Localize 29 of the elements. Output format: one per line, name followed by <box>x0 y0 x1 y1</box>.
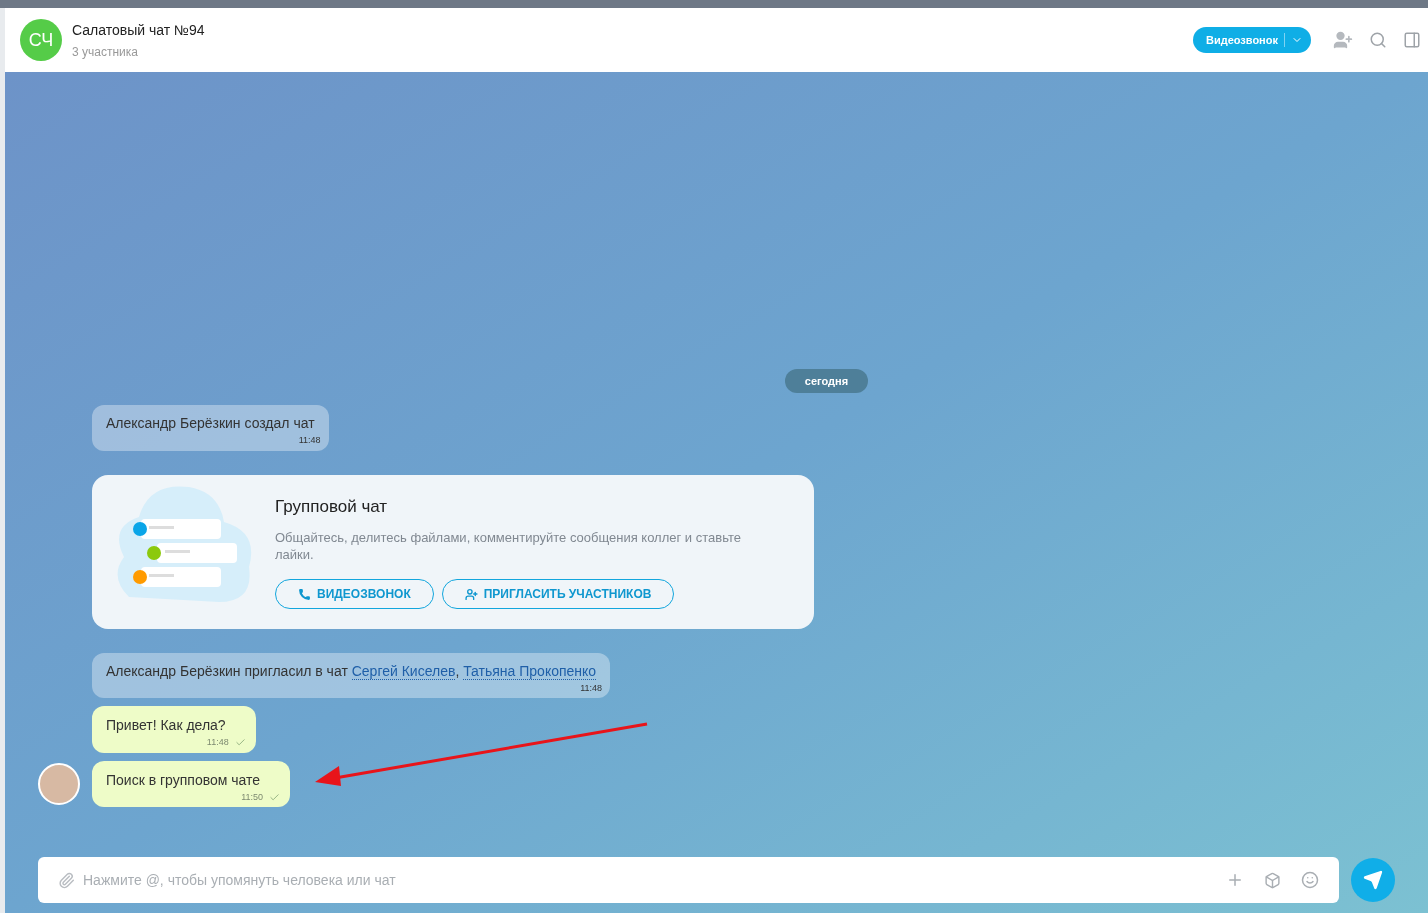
panel-icon[interactable] <box>1403 31 1421 49</box>
paperclip-icon <box>58 871 75 889</box>
message-time: 11:50 <box>241 790 264 804</box>
phone-icon <box>298 587 311 601</box>
send-button[interactable] <box>1351 858 1395 902</box>
chat-avatar[interactable]: СЧ <box>20 19 62 61</box>
message-input-field[interactable]: Нажмите @, чтобы упомянуть человека или чат <box>38 857 1339 903</box>
participants-count: 3 участника <box>72 43 139 61</box>
send-icon <box>1363 870 1383 890</box>
message-input[interactable]: Нажмите @, чтобы упомянуть человека или чат <box>83 869 1218 891</box>
message-text: Привет! Как дела? <box>106 716 227 735</box>
add-user-icon <box>464 587 478 601</box>
message-text: Поиск в групповом чате <box>106 770 262 790</box>
chat-title: Салатовый чат №94 <box>72 20 205 40</box>
message-time: 11:48 <box>580 681 603 695</box>
search-icon[interactable] <box>1369 31 1387 49</box>
message-time: 11:48 <box>206 736 229 749</box>
box-icon[interactable] <box>1264 871 1281 889</box>
message-time: 11:48 <box>298 434 321 447</box>
message-text: Александр Берёзкин создал чат <box>106 414 315 433</box>
avatar[interactable] <box>38 763 80 805</box>
video-call-dropdown-button[interactable]: Видеозвонок <box>1192 27 1311 53</box>
add-user-icon[interactable] <box>1333 30 1353 50</box>
card-title: Групповой чат <box>275 495 389 518</box>
message-text: Александр Берёзкин пригласил в чат Сергей Киселев, Татьяна Прокопенко <box>106 661 597 682</box>
user-link[interactable]: Татьяна Прокопенко <box>463 662 597 680</box>
card-description: Общайтесь, делитесь файлами, комментируйте сообщения коллег и ставьте лайки. <box>275 529 742 564</box>
plus-icon[interactable] <box>1226 871 1244 889</box>
smile-icon[interactable] <box>1301 871 1319 889</box>
